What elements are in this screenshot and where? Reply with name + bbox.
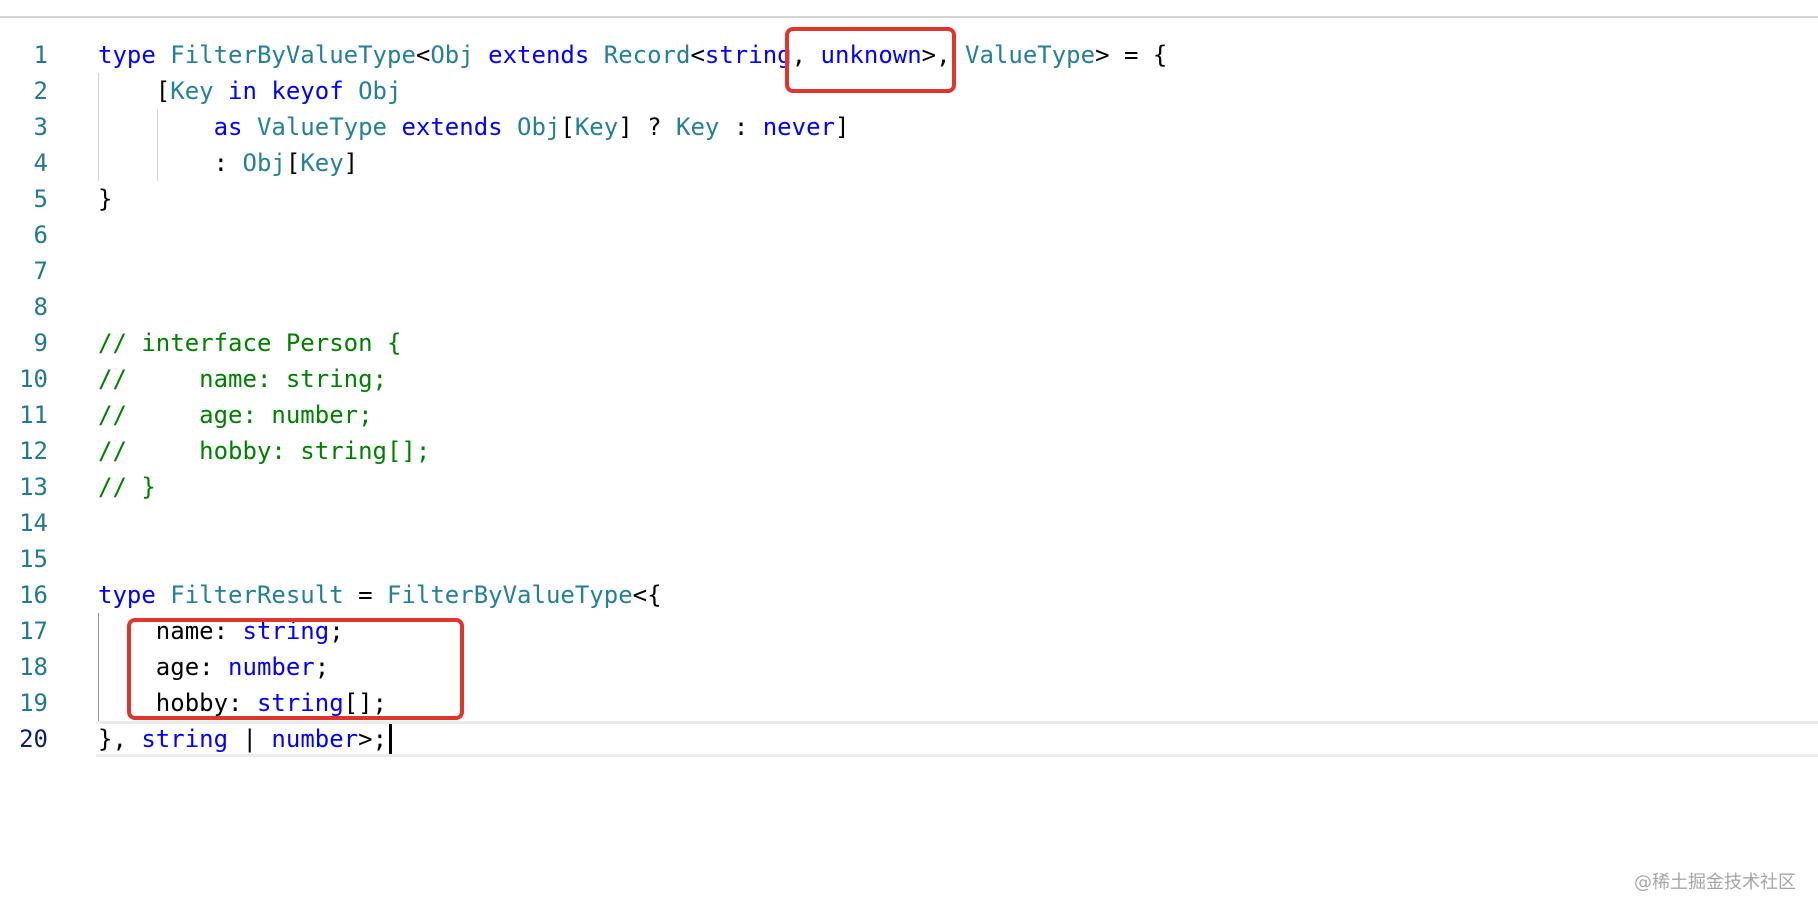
code-text[interactable]: // } [98, 469, 156, 505]
line-number: 7 [33, 257, 48, 285]
code-token: Key [170, 77, 214, 105]
code-line[interactable]: 11 // age: number; [0, 397, 1818, 433]
code-token: keyof [271, 77, 359, 105]
code-line[interactable]: 7 [0, 253, 1818, 289]
code-token: as [213, 113, 257, 141]
code-token: ] [834, 113, 850, 141]
code-text[interactable]: type FilterResult = FilterByValueType<{ [98, 577, 662, 613]
line-number: 17 [19, 617, 48, 645]
code-token: // age: number; [98, 401, 373, 429]
code-token: [ [285, 149, 301, 177]
code-token: <{ [632, 581, 662, 609]
code-token: [ [98, 77, 171, 105]
editor-top-border [0, 16, 1818, 18]
code-token: // } [98, 473, 156, 501]
code-line[interactable]: 16 type FilterResult = FilterByValueType<… [0, 577, 1818, 613]
line-number: 15 [19, 545, 48, 573]
code-token: : [98, 149, 243, 177]
code-token: Key [574, 113, 619, 141]
indent-guide [157, 109, 158, 181]
code-text[interactable]: as ValueType extends Obj[Key] ? Key : ne… [98, 109, 850, 145]
line-number: 14 [19, 509, 48, 537]
line-number: 9 [33, 329, 48, 357]
indent-guide-active [98, 613, 99, 721]
code-token: ] ? [618, 113, 677, 141]
line-number: 4 [33, 149, 48, 177]
code-token: Key [300, 149, 344, 177]
line-number: 16 [19, 581, 48, 609]
code-token: FilterByValueType [170, 41, 416, 69]
code-line[interactable]: 13 // } [0, 469, 1818, 505]
code-line[interactable]: 12 // hobby: string[]; [0, 433, 1818, 469]
code-token: > = { [1095, 41, 1168, 69]
code-token: string [704, 41, 792, 69]
code-text[interactable]: type FilterByValueType<Obj extends Recor… [98, 37, 1167, 73]
code-line[interactable]: 4 : Obj[Key] [0, 145, 1818, 181]
code-token: extends [387, 113, 518, 141]
code-text[interactable]: // name: string; [98, 361, 387, 397]
code-line[interactable]: 14 [0, 505, 1818, 541]
code-token: ] [343, 149, 359, 177]
code-line[interactable]: 8 [0, 289, 1818, 325]
code-token: Record [603, 41, 691, 69]
line-number: 12 [19, 437, 48, 465]
code-text[interactable]: : Obj[Key] [98, 145, 359, 181]
code-text[interactable]: // interface Person { [98, 325, 401, 361]
line-number: 2 [33, 77, 48, 105]
code-token: extends [473, 41, 604, 69]
code-token: Obj [358, 77, 402, 105]
line-number: 13 [19, 473, 48, 501]
code-text[interactable]: // hobby: string[]; [98, 433, 430, 469]
code-line[interactable]: 9 // interface Person { [0, 325, 1818, 361]
code-line[interactable]: 3 as ValueType extends Obj[Key] ? Key : … [0, 109, 1818, 145]
code-line[interactable]: 5} [0, 181, 1818, 217]
watermark: @稀土掘金技术社区 [1634, 872, 1796, 893]
code-token: // hobby: string[]; [98, 437, 431, 465]
line-number: 20 [19, 725, 48, 753]
code-line[interactable]: 10 // name: string; [0, 361, 1818, 397]
code-line[interactable]: 15 [0, 541, 1818, 577]
line-number: 1 [33, 41, 48, 69]
line-number: 5 [33, 185, 48, 213]
code-token: Obj [430, 41, 474, 69]
code-text[interactable]: [Key in keyof Obj [98, 73, 402, 109]
code-text[interactable]: } [98, 181, 112, 217]
current-line-highlight [96, 721, 1818, 757]
line-number: 11 [19, 401, 48, 429]
code-text[interactable]: // age: number; [98, 397, 373, 433]
code-token: Obj [242, 149, 286, 177]
code-token: ValueType [256, 113, 387, 141]
annotation-box-object-literal [127, 618, 464, 720]
code-token: FilterByValueType [387, 581, 633, 609]
code-token: in [213, 77, 272, 105]
line-number: 8 [33, 293, 48, 321]
code-token: < [415, 41, 431, 69]
code-token: ValueType [965, 41, 1096, 69]
code-token: Obj [517, 113, 561, 141]
code-token: type [98, 581, 171, 609]
code-token: } [98, 185, 113, 213]
code-token: type [98, 41, 171, 69]
line-number: 6 [33, 221, 48, 249]
line-number: 18 [19, 653, 48, 681]
line-number: 19 [19, 689, 48, 717]
line-number: 10 [19, 365, 48, 393]
code-line[interactable]: 6 [0, 217, 1818, 253]
code-token: // interface Person { [98, 329, 402, 357]
line-number: 3 [33, 113, 48, 141]
code-token: = [343, 581, 387, 609]
code-token: never [762, 113, 835, 141]
code-token: FilterResult [170, 581, 344, 609]
code-token: < [690, 41, 705, 69]
indent-guide [98, 73, 99, 181]
annotation-box-unknown [785, 27, 956, 93]
code-token: : [719, 113, 763, 141]
code-token: [ [560, 113, 575, 141]
code-token: // name: string; [98, 365, 387, 393]
code-token: Key [676, 113, 720, 141]
